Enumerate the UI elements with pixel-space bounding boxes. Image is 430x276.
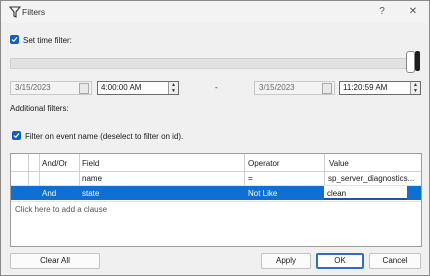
cell-value[interactable]: sp_server_diagnostics...: [328, 174, 420, 183]
filter-clause-grid[interactable]: And/Or Field Operator Value name = sp_se…: [10, 153, 422, 247]
value-edit-text: clean: [327, 189, 347, 198]
help-button[interactable]: ?: [374, 5, 390, 19]
time-filter-checkbox[interactable]: [10, 35, 19, 44]
table-row[interactable]: name = sp_server_diagnostics...: [11, 171, 421, 186]
start-time-value: 4:00:00 AM: [101, 83, 142, 92]
cell-operator[interactable]: =: [248, 174, 253, 183]
add-clause-label[interactable]: Click here to add a clause: [15, 205, 107, 214]
time-slider-thumb[interactable]: [406, 51, 415, 73]
ok-button[interactable]: OK: [316, 253, 364, 269]
apply-button[interactable]: Apply: [261, 253, 311, 269]
event-name-filter-checkbox[interactable]: [12, 131, 21, 140]
window-title: Filters: [22, 7, 46, 17]
calendar-dropdown-icon[interactable]: [322, 83, 332, 94]
time-range-slider[interactable]: [10, 58, 407, 69]
end-time-input[interactable]: 11:20:59 AM ▲ ▼: [339, 81, 421, 95]
end-date-picker[interactable]: 3/15/2023: [254, 81, 335, 95]
time-filter-label: Set time filter:: [23, 36, 72, 45]
end-time-value: 11:20:59 AM: [343, 83, 388, 92]
additional-filters-label: Additional filters:: [10, 104, 69, 113]
spin-down-icon[interactable]: ▼: [169, 88, 178, 94]
add-clause-row[interactable]: Click here to add a clause: [11, 201, 421, 216]
table-row-selected[interactable]: And state Not Like clean: [11, 186, 421, 200]
time-slider-end-handle[interactable]: [415, 51, 420, 71]
start-time-input[interactable]: 4:00:00 AM ▲ ▼: [97, 81, 179, 95]
column-header-field[interactable]: Field: [82, 159, 99, 168]
start-date-value: 3/15/2023: [15, 83, 51, 92]
start-time-spinner[interactable]: ▲ ▼: [168, 82, 178, 94]
value-edit-input[interactable]: clean: [324, 186, 407, 200]
column-header-operator[interactable]: Operator: [248, 159, 280, 168]
cell-field[interactable]: name: [82, 174, 102, 183]
start-date-picker[interactable]: 3/15/2023: [10, 81, 92, 95]
column-header-andor[interactable]: And/Or: [42, 159, 67, 168]
checkmark-icon: [11, 37, 18, 43]
end-time-spinner[interactable]: ▲ ▼: [410, 82, 420, 94]
column-header-value[interactable]: Value: [329, 159, 349, 168]
range-separator: -: [215, 83, 218, 92]
end-date-value: 3/15/2023: [259, 83, 295, 92]
filter-icon: [8, 6, 22, 18]
calendar-dropdown-icon[interactable]: [79, 83, 89, 94]
title-bar: Filters ? ✕: [1, 1, 429, 23]
checkmark-icon: [13, 133, 20, 139]
spin-down-icon[interactable]: ▼: [411, 88, 420, 94]
cancel-button[interactable]: Cancel: [369, 253, 421, 269]
grid-header: And/Or Field Operator Value: [11, 154, 421, 172]
cell-andor[interactable]: And: [42, 189, 56, 198]
event-name-filter-label: Filter on event name (deselect to filter…: [25, 132, 184, 141]
clear-all-button[interactable]: Clear All: [10, 253, 100, 269]
filters-dialog: Filters ? ✕ Set time filter: 3/15/2023 4…: [0, 0, 430, 276]
cell-operator[interactable]: Not Like: [248, 189, 277, 198]
close-button[interactable]: ✕: [405, 5, 421, 19]
cell-field[interactable]: state: [82, 189, 99, 198]
